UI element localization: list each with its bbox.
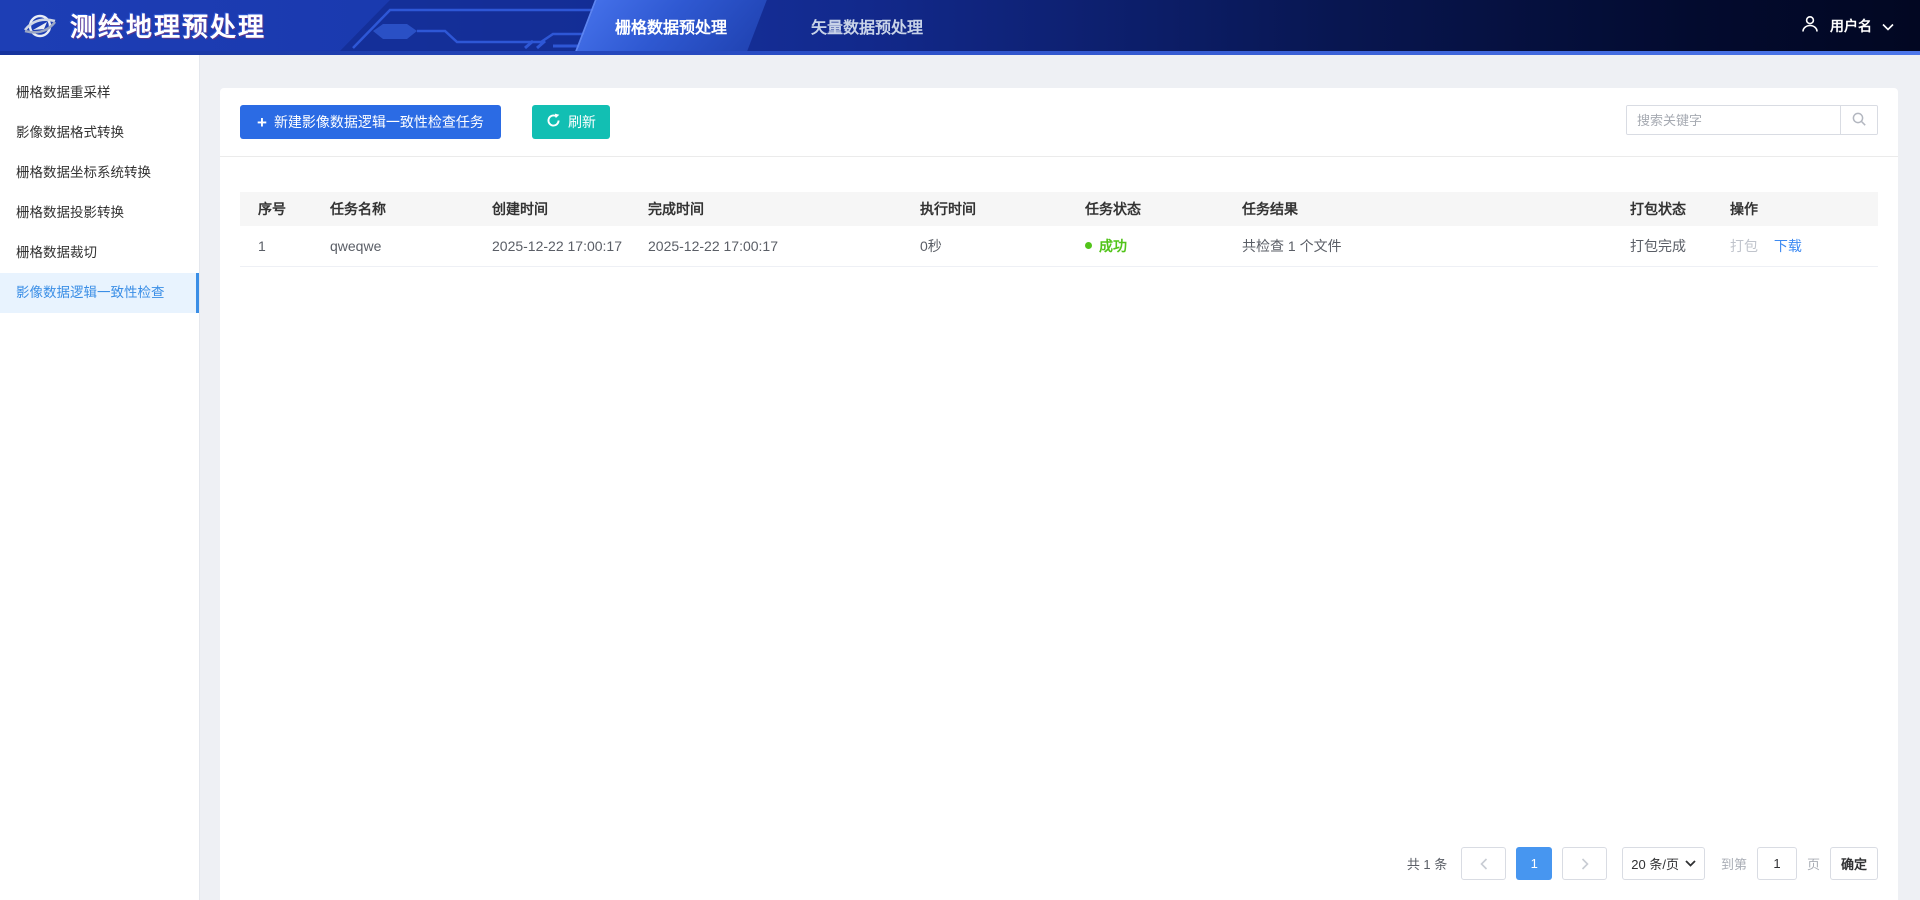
package-action[interactable]: 打包: [1730, 238, 1758, 254]
app-title: 测绘地理预处理: [70, 7, 266, 44]
status-dot-icon: [1085, 242, 1092, 249]
header-bottom-border: [0, 51, 1920, 55]
sidebar-item-raster-coordinate-convert[interactable]: 栅格数据坐标系统转换: [0, 153, 199, 193]
sidebar-item-raster-resample[interactable]: 栅格数据重采样: [0, 73, 199, 113]
chevron-right-icon: [1580, 858, 1590, 870]
col-actions: 操作: [1712, 192, 1878, 226]
cell-exec-time: 0秒: [902, 226, 1067, 266]
col-task-name: 任务名称: [312, 192, 474, 226]
page-number-1[interactable]: 1: [1516, 847, 1552, 880]
top-nav-tabs: 栅格数据预处理 矢量数据预处理: [585, 0, 933, 51]
col-exec-time: 执行时间: [902, 192, 1067, 226]
search-icon: [1851, 111, 1867, 130]
refresh-icon: [546, 113, 561, 131]
cell-task-result: 共检查 1 个文件: [1224, 226, 1612, 266]
sidebar-item-logical-consistency-check[interactable]: 影像数据逻辑一致性检查: [0, 273, 199, 313]
status-text: 成功: [1099, 236, 1127, 256]
main-content-card: + 新建影像数据逻辑一致性检查任务 刷新: [220, 88, 1898, 900]
search-button[interactable]: [1840, 106, 1877, 134]
prev-page-button[interactable]: [1461, 847, 1506, 880]
cell-index: 1: [240, 226, 312, 266]
col-task-status: 任务状态: [1067, 192, 1224, 226]
col-create-time: 创建时间: [474, 192, 630, 226]
page-size-select[interactable]: 20 条/页: [1622, 847, 1705, 880]
header-circuit-decoration: [295, 0, 625, 54]
col-package-status: 打包状态: [1612, 192, 1712, 226]
table-header-row: 序号 任务名称 创建时间 完成时间 执行时间 任务状态 任务结果 打包状态 操作: [240, 192, 1878, 226]
cell-package-status: 打包完成: [1612, 226, 1712, 266]
sidebar-item-raster-projection-convert[interactable]: 栅格数据投影转换: [0, 193, 199, 233]
total-count: 共 1 条: [1407, 854, 1447, 873]
app-logo-icon: [22, 8, 58, 44]
search-input[interactable]: [1627, 106, 1840, 134]
task-table: 序号 任务名称 创建时间 完成时间 执行时间 任务状态 任务结果 打包状态 操作…: [240, 192, 1878, 267]
cell-task-name: qweqwe: [312, 226, 474, 266]
sidebar-item-raster-clip[interactable]: 栅格数据裁切: [0, 233, 199, 273]
col-index: 序号: [240, 192, 312, 226]
pagination: 共 1 条 1 20 条/页 到第 页 确定: [1407, 847, 1878, 880]
search-box: [1626, 105, 1878, 135]
refresh-button[interactable]: 刷新: [532, 105, 610, 139]
sidebar-item-image-format-convert[interactable]: 影像数据格式转换: [0, 113, 199, 153]
tab-vector-preprocessing[interactable]: 矢量数据预处理: [801, 0, 933, 51]
chevron-left-icon: [1479, 858, 1489, 870]
table-row: 1 qweqwe 2025-12-22 17:00:17 2025-12-22 …: [240, 226, 1878, 266]
download-action[interactable]: 下载: [1774, 238, 1802, 254]
user-name: 用户名: [1830, 16, 1872, 36]
cell-finish-time: 2025-12-22 17:00:17: [630, 226, 902, 266]
app-header: 测绘地理预处理 栅格数据预处理 矢量数据预处理 用户名: [0, 0, 1920, 55]
sidebar: 栅格数据重采样 影像数据格式转换 栅格数据坐标系统转换 栅格数据投影转换 栅格数…: [0, 55, 200, 900]
tab-raster-preprocessing[interactable]: 栅格数据预处理: [585, 0, 757, 51]
goto-page-input[interactable]: [1757, 847, 1797, 880]
user-menu[interactable]: 用户名: [1800, 0, 1894, 51]
brand: 测绘地理预处理: [0, 7, 266, 44]
next-page-button[interactable]: [1562, 847, 1607, 880]
col-finish-time: 完成时间: [630, 192, 902, 226]
goto-label: 到第: [1721, 854, 1747, 873]
cell-actions: 打包 下载: [1712, 226, 1878, 266]
plus-icon: +: [257, 114, 267, 131]
cell-create-time: 2025-12-22 17:00:17: [474, 226, 630, 266]
page-unit-label: 页: [1807, 854, 1820, 873]
toolbar: + 新建影像数据逻辑一致性检查任务 刷新: [220, 88, 1898, 157]
chevron-down-icon: [1882, 18, 1894, 34]
col-task-result: 任务结果: [1224, 192, 1612, 226]
new-task-button[interactable]: + 新建影像数据逻辑一致性检查任务: [240, 105, 501, 139]
confirm-button[interactable]: 确定: [1830, 847, 1878, 880]
chevron-down-icon: [1685, 860, 1696, 867]
cell-task-status: 成功: [1067, 226, 1224, 266]
user-icon: [1800, 14, 1820, 37]
